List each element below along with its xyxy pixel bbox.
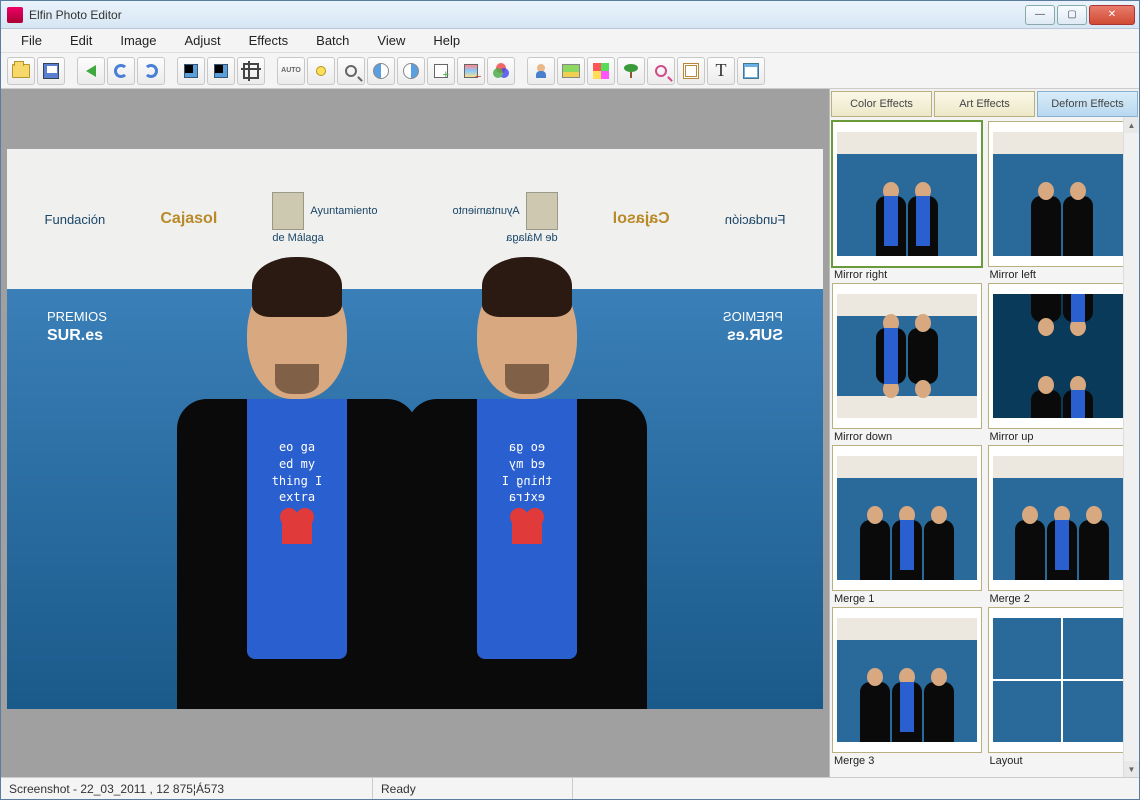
menu-image[interactable]: Image [108,30,168,51]
minimize-button[interactable]: — [1025,5,1055,25]
window-title: Elfin Photo Editor [29,8,1025,22]
frame-button[interactable] [677,57,705,85]
rgb-circles-icon [493,63,509,79]
effect-merge-3[interactable]: Merge 3 [832,607,982,767]
menu-effects[interactable]: Effects [237,30,301,51]
effects-panel: Color Effects Art Effects Deform Effects… [829,89,1139,777]
sponsor-cajasol: Cajasol [160,210,217,228]
landscape-button[interactable] [557,57,585,85]
tab-color-effects[interactable]: Color Effects [831,91,932,117]
sponsor-fundacion: Fundación [45,212,106,227]
undo-button[interactable] [107,57,135,85]
rotate-left-icon [184,64,198,78]
zoom-icon [345,65,357,77]
menu-view[interactable]: View [365,30,417,51]
status-bar: Screenshot - 22_03_2011 , 12 875¦Á573 Re… [1,777,1139,799]
zoom-button[interactable] [337,57,365,85]
app-window: Elfin Photo Editor — ▢ ✕ File Edit Image… [0,0,1140,800]
quad-button[interactable] [587,57,615,85]
titlebar[interactable]: Elfin Photo Editor — ▢ ✕ [1,1,1139,29]
contrast-up-button[interactable] [367,57,395,85]
person-left: eo gaed mything Iextra [177,269,417,709]
menu-help[interactable]: Help [421,30,472,51]
effects-grid[interactable]: Mirror right Mirror left Mirror down Mir… [830,117,1139,777]
auto-icon: AUTO [281,67,301,74]
half-circle-icon [373,63,389,79]
effect-mirror-left[interactable]: Mirror left [988,121,1138,281]
menu-edit[interactable]: Edit [58,30,104,51]
close-button[interactable]: ✕ [1089,5,1135,25]
canvas-area: Fundación Cajasol Ayuntamientode Málaga … [1,89,829,777]
rotate-left-button[interactable] [177,57,205,85]
image-canvas[interactable]: Fundación Cajasol Ayuntamientode Málaga … [7,149,823,709]
maximize-button[interactable]: ▢ [1057,5,1087,25]
square-minus-icon [464,64,478,78]
effects-scrollbar[interactable]: ▲ ▼ [1123,117,1139,777]
rotate-right-icon [214,64,228,78]
banner: Fundación Cajasol Ayuntamientode Málaga … [7,149,823,289]
crest-icon [272,192,304,230]
text-button[interactable]: T [707,57,735,85]
auto-adjust-button[interactable]: AUTO [277,57,305,85]
menubar: File Edit Image Adjust Effects Batch Vie… [1,29,1139,53]
heart-icon [282,516,312,544]
magnify-button[interactable] [647,57,675,85]
menu-adjust[interactable]: Adjust [173,30,233,51]
color-balance-button[interactable] [487,57,515,85]
menu-file[interactable]: File [9,30,54,51]
size-up-button[interactable] [427,57,455,85]
brightness-button[interactable] [307,57,335,85]
frame-icon [683,63,699,79]
person-icon [536,64,546,78]
landscape-icon [562,64,580,78]
status-filename: Screenshot - 22_03_2011 , 12 875¦Á573 [1,778,373,799]
crop-icon [243,63,259,79]
status-ready: Ready [373,778,573,799]
calendar-icon [743,63,759,79]
status-spacer [573,778,1139,799]
open-button[interactable] [7,57,35,85]
effect-mirror-right[interactable]: Mirror right [832,121,982,281]
bulb-icon [316,66,326,76]
content-area: Fundación Cajasol Ayuntamientode Málaga … [1,89,1139,777]
text-icon: T [716,60,727,81]
effect-mirror-down[interactable]: Mirror down [832,283,982,443]
premios-left: PREMIOSSUR.es [47,309,107,347]
quad-icon [593,63,609,79]
palm-icon [624,64,638,78]
toolbar: AUTO T [1,53,1139,89]
scroll-up-icon[interactable]: ▲ [1124,117,1139,133]
scroll-down-icon[interactable]: ▼ [1124,761,1139,777]
floppy-icon [43,63,59,79]
contrast-down-button[interactable] [397,57,425,85]
effect-layout[interactable]: Layout [988,607,1138,767]
premios-right: PREMIOSSUR.es [723,309,783,347]
folder-open-icon [12,64,30,78]
magnifier-icon [655,65,667,77]
save-button[interactable] [37,57,65,85]
square-plus-icon [434,64,448,78]
app-icon [7,7,23,23]
person-right: eo gaed mything Iextra [407,269,647,709]
tab-art-effects[interactable]: Art Effects [934,91,1035,117]
window-buttons: — ▢ ✕ [1025,5,1135,25]
effect-merge-2[interactable]: Merge 2 [988,445,1138,605]
palm-button[interactable] [617,57,645,85]
portrait-button[interactable] [527,57,555,85]
effects-tabs: Color Effects Art Effects Deform Effects [830,89,1139,117]
rotate-right-button[interactable] [207,57,235,85]
back-button[interactable] [77,57,105,85]
menu-batch[interactable]: Batch [304,30,361,51]
size-down-button[interactable] [457,57,485,85]
redo-icon [144,64,158,78]
effect-mirror-up[interactable]: Mirror up [988,283,1138,443]
effect-merge-1[interactable]: Merge 1 [832,445,982,605]
undo-icon [114,64,128,78]
redo-button[interactable] [137,57,165,85]
half-circle2-icon [403,63,419,79]
calendar-button[interactable] [737,57,765,85]
arrow-left-icon [86,65,96,77]
tab-deform-effects[interactable]: Deform Effects [1037,91,1138,117]
crop-button[interactable] [237,57,265,85]
